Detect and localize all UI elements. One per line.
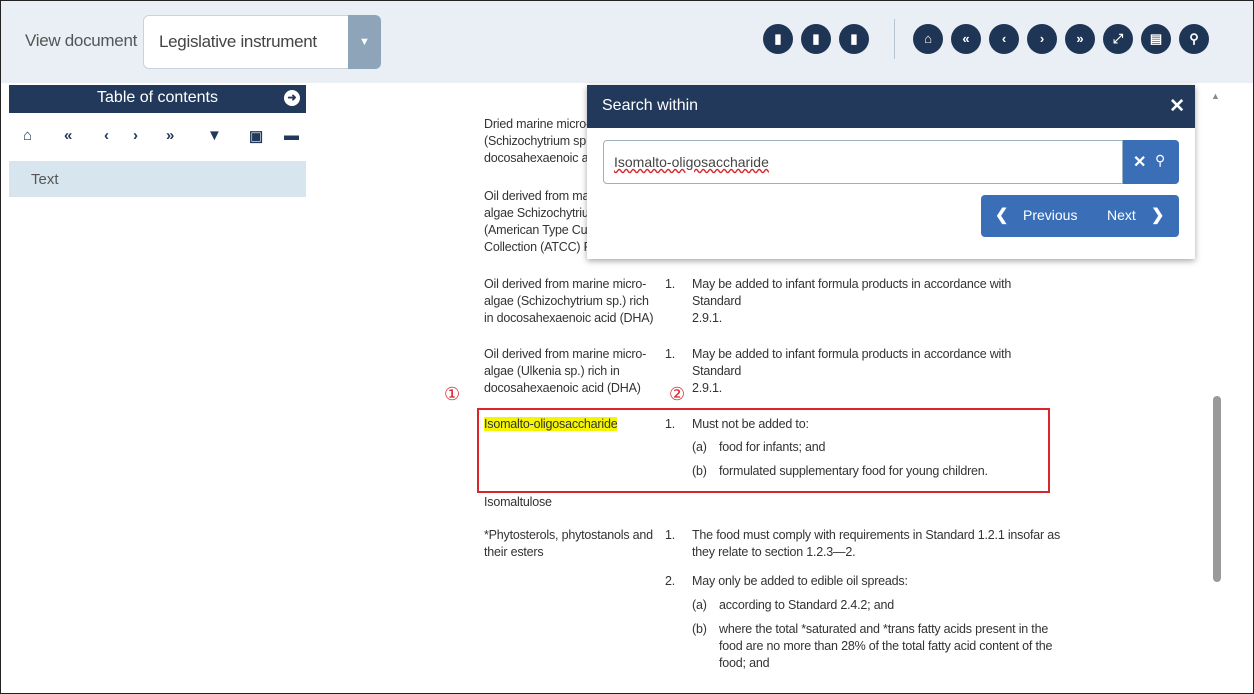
table-row: Oil derived from marine micro- algae (Sc… [484,276,659,327]
clause-line: 2.9.1. [692,311,723,325]
highlight-annotation-box [477,408,1050,493]
search-input[interactable]: Isomalto-oligosaccharide [603,140,1123,184]
term-line: Oil derived from marine micro- [484,277,647,291]
chevron-left-icon[interactable]: ❮ [995,205,1008,225]
search-submit-icon[interactable]: ⚲ [1155,152,1165,169]
close-icon[interactable]: ✕ [1169,95,1185,118]
collapse-all-icon[interactable]: ▬ [284,127,299,144]
previous-match-button[interactable]: Previous [1023,207,1077,223]
clause-number: 1. [665,277,676,291]
search-within-dialog: Search within ✕ Isomalto-oligosaccharide… [587,85,1195,259]
view-document-label: View document [25,31,138,50]
sub-line: where the total *saturated and *trans fa… [719,622,1049,636]
clause-text: The food must comply with requirements i… [692,527,1062,561]
document-type-value: Legislative instrument [159,32,317,51]
term-line: docosahexaenoic acid (DHA) [484,381,641,395]
clause-text: May only be added to edible oil spreads: [692,574,908,588]
sub-label: (a) [692,598,707,612]
clause-line: 2.9.1. [692,381,723,395]
term-line: Oil derived from marine micro- [484,347,647,361]
app-window: View document Legislative instrument ▼ ▮… [0,0,1254,694]
term-line: algae (Schizochytrium sp.) rich [484,294,649,308]
next-match-button[interactable]: Next [1107,207,1136,223]
sub-line: food; and [719,656,770,670]
search-query: Isomalto-oligosaccharide [614,154,769,170]
clause-text: May be added to infant formula products … [692,346,1062,397]
term-line: Isomaltulose [484,495,552,509]
term-line: algae (Ulkenia sp.) rich in [484,364,620,378]
sub-text: where the total *saturated and *trans fa… [719,621,1059,672]
clause-line: May be added to infant formula products … [692,347,1012,378]
toc-title: Table of contents [97,89,218,106]
term-line: *Phytosterols, phytostanols and [484,528,653,542]
sub-label: (b) [692,622,707,636]
search-nav-group: ❮ Previous Next ❯ [981,195,1179,237]
toc-home-icon[interactable]: ⌂ [23,127,32,144]
document-type-select[interactable]: Legislative instrument ▼ [143,15,381,69]
annotation-marker-2: ② [669,384,686,405]
clause-line: they relate to section 1.2.3—2. [692,545,856,559]
clause-number: 1. [665,528,676,542]
table-row: *Phytosterols, phytostanols and their es… [484,527,659,561]
chevron-down-icon[interactable]: ▼ [348,15,381,69]
expand-all-icon[interactable]: ▣ [249,127,263,145]
filter-icon[interactable]: ▼ [207,127,222,144]
toc-next-icon[interactable]: › [133,127,138,144]
toc-last-icon[interactable]: » [166,127,174,144]
search-dialog-header: Search within ✕ [587,85,1195,128]
toc-toolbar: ⌂ « ‹ › » ▼ ▣ ▬ [9,119,306,153]
clause-number: 2. [665,574,676,588]
toc-item-text[interactable]: Text [9,161,306,197]
clause-line: May be added to infant formula products … [692,277,1012,308]
toc-header: Table of contents ➜ [9,85,306,113]
toc-item-label: Text [31,171,59,188]
clause-number: 1. [665,347,676,361]
table-row: Isomaltulose [484,494,659,511]
table-row: Oil derived from marine micro- algae (Ul… [484,346,659,397]
collapse-panel-icon[interactable]: ➜ [284,90,300,106]
clause-text: May be added to infant formula products … [692,276,1062,327]
sub-line: food are no more than 28% of the total f… [719,639,1053,653]
toc-first-icon[interactable]: « [64,127,72,144]
search-actions: ✕ ⚲ [1123,140,1179,184]
scroll-up-icon[interactable]: ▲ [1211,91,1220,101]
clear-search-icon[interactable]: ✕ [1133,152,1146,172]
term-line: in docosahexaenoic acid (DHA) [484,311,654,325]
annotation-marker-1: ① [444,384,461,405]
term-line: their esters [484,545,544,559]
clause-line: The food must comply with requirements i… [692,528,1061,542]
search-dialog-title: Search within [602,97,699,114]
scrollbar-thumb[interactable] [1213,396,1221,582]
toc-previous-icon[interactable]: ‹ [104,127,109,144]
chevron-right-icon[interactable]: ❯ [1151,205,1164,225]
sub-text: according to Standard 2.4.2; and [719,598,894,612]
